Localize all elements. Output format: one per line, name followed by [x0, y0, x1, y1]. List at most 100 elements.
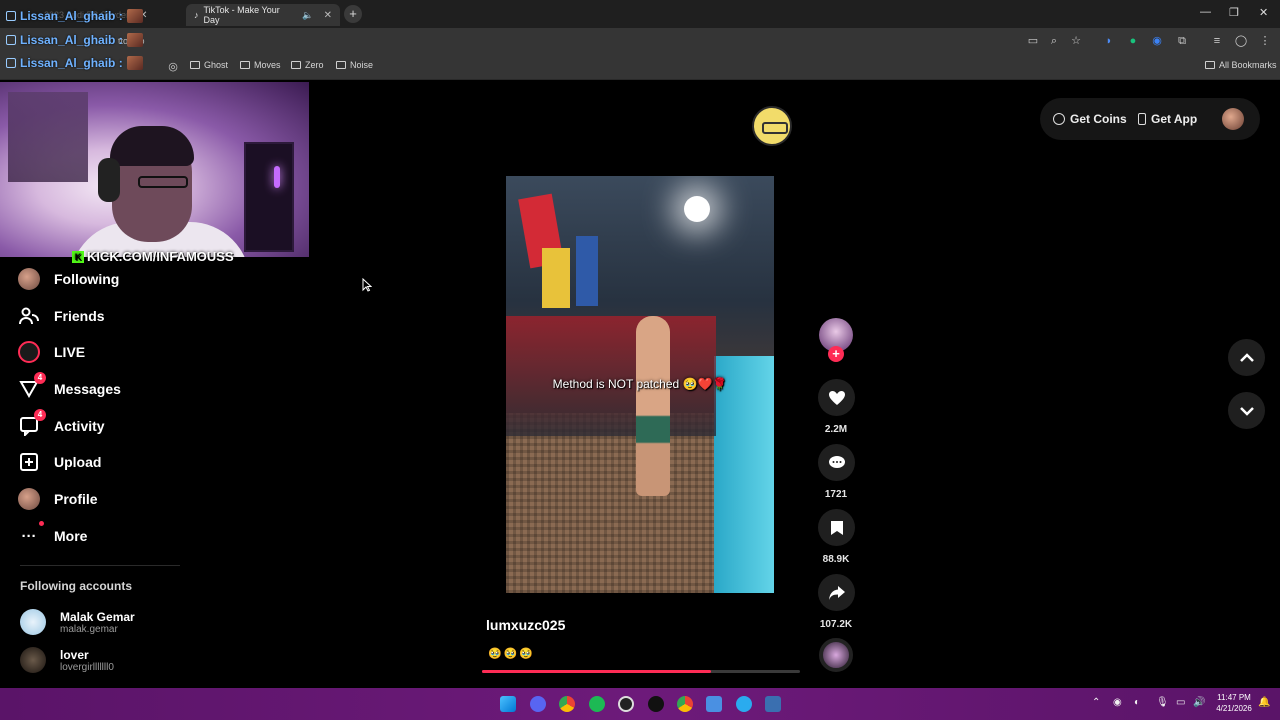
folder-icon	[190, 61, 200, 69]
extension-icon[interactable]: ◉	[1150, 34, 1164, 48]
spotify-icon[interactable]	[589, 696, 605, 712]
upload-icon	[18, 451, 40, 473]
chat-username: Lissan_Al_ghaib :	[20, 9, 123, 23]
sidebar-item-more[interactable]: ··· More	[18, 521, 87, 547]
avatar-icon	[18, 268, 40, 290]
sidebar-divider	[20, 565, 180, 566]
share-button[interactable]	[818, 574, 855, 611]
sidebar-item-messages[interactable]: 4 Messages	[18, 372, 121, 400]
notifications-icon[interactable]: 🔔	[1258, 697, 1270, 708]
all-bookmarks[interactable]: All Bookmarks	[1205, 60, 1277, 70]
chrome-icon[interactable]	[677, 696, 693, 712]
extension-icon[interactable]: ●	[1126, 34, 1140, 48]
video-banner	[576, 236, 598, 306]
get-coins-label: Get Coins	[1070, 112, 1127, 126]
comment-button[interactable]	[818, 444, 855, 481]
next-video-button[interactable]	[1228, 392, 1265, 429]
obs-icon[interactable]	[618, 696, 634, 712]
profile-icon[interactable]: ◯	[1234, 34, 1248, 48]
photos-icon[interactable]	[765, 696, 781, 712]
save-button[interactable]	[818, 509, 855, 546]
extension-icon[interactable]: ◗	[1102, 34, 1116, 48]
chat-badge-icon	[6, 11, 16, 21]
maximize-button[interactable]: ❐	[1229, 6, 1239, 19]
video-banner	[542, 248, 570, 308]
user-avatar[interactable]	[1222, 108, 1244, 130]
comment-icon	[828, 455, 845, 468]
get-app-button[interactable]: Get App	[1138, 112, 1197, 126]
follow-button[interactable]: +	[828, 346, 844, 362]
share-count: 107.2K	[819, 619, 853, 630]
notification-dot	[39, 521, 44, 526]
app-icon[interactable]	[648, 696, 664, 712]
get-coins-button[interactable]: Get Coins	[1053, 112, 1127, 126]
discord-icon[interactable]	[530, 696, 546, 712]
bookmark-noise[interactable]: Noise	[336, 60, 373, 70]
zoom-icon[interactable]: ⌕	[1047, 34, 1061, 48]
tray-app-icon[interactable]: ◐	[1134, 697, 1140, 708]
following-account[interactable]: lover lovergirlllllll0	[20, 647, 114, 673]
video-swimmer	[636, 316, 670, 496]
close-window-button[interactable]: ✕	[1259, 6, 1268, 19]
chat-message: Lissan_Al_ghaib :	[6, 9, 143, 23]
phone-icon	[1138, 113, 1146, 125]
activity-icon: 4	[18, 409, 46, 437]
media-icon[interactable]: ≡	[1210, 34, 1224, 48]
volume-icon[interactable]: 🔊	[1193, 697, 1205, 708]
sidebar-item-following[interactable]: Following	[18, 268, 119, 290]
video-progress-bar[interactable]	[482, 670, 800, 673]
video-username[interactable]: lumxuzc025	[486, 617, 565, 633]
windows-taskbar	[0, 688, 1280, 720]
profile-avatar-icon	[18, 488, 40, 510]
chat-username: Lissan_Al_ghaib :	[20, 56, 123, 70]
chrome-icon[interactable]	[559, 696, 575, 712]
video-caption: Method is NOT patched 🥹❤️🌹	[552, 377, 728, 391]
minimize-button[interactable]: —	[1200, 6, 1211, 18]
tab-tiktok[interactable]: ♪ TikTok - Make Your Day 🔈 ✕	[186, 4, 340, 26]
bookmark-zero[interactable]: Zero	[291, 60, 324, 70]
taskbar-clock[interactable]: 11:47 PM 4/21/2026	[1212, 692, 1256, 714]
kick-logo-icon: K	[72, 250, 84, 263]
app-icon[interactable]	[706, 696, 722, 712]
microphone-icon[interactable]: 🎙	[1156, 697, 1169, 708]
sidebar-item-profile[interactable]: Profile	[18, 488, 98, 510]
webcam-glasses	[138, 176, 188, 188]
sidebar-item-upload[interactable]: Upload	[18, 451, 101, 473]
chat-username: Lissan_Al_ghaib :	[20, 33, 123, 47]
star-icon[interactable]: ☆	[1069, 34, 1083, 48]
video-progress-fill	[482, 670, 711, 673]
folder-icon	[291, 61, 301, 69]
account-name: lover	[60, 647, 89, 662]
new-tab-button[interactable]: +	[344, 5, 362, 23]
menu-icon[interactable]: ⋮	[1258, 34, 1272, 48]
tray-chevron-icon[interactable]: ⌃	[1092, 697, 1100, 708]
chat-emote	[126, 56, 143, 70]
video-pool	[714, 356, 774, 593]
webcam-pc-case	[244, 142, 294, 252]
sidebar-item-friends[interactable]: Friends	[18, 305, 105, 327]
close-icon[interactable]: ✕	[324, 10, 332, 21]
messages-badge: 4	[34, 372, 46, 384]
telegram-icon[interactable]	[736, 696, 752, 712]
extensions-puzzle-icon[interactable]: ⧉	[1175, 34, 1189, 48]
discord-tray-icon[interactable]: ◉	[1113, 697, 1122, 708]
music-disc[interactable]	[819, 638, 853, 672]
sidebar-item-live[interactable]: LIVE	[18, 341, 85, 363]
previous-video-button[interactable]	[1228, 339, 1265, 376]
install-icon[interactable]: ▭	[1026, 34, 1040, 48]
sidebar-item-activity[interactable]: 4 Activity	[18, 409, 105, 437]
comment-count: 1721	[824, 489, 848, 500]
following-account[interactable]: Malak Gemar malak.gemar	[20, 609, 135, 635]
bookmark-moves[interactable]: Moves	[240, 60, 281, 70]
bookmark-icon[interactable]: ◎	[166, 60, 180, 74]
account-handle: lovergirlllllll0	[60, 661, 114, 673]
bookmark-ghost[interactable]: Ghost	[190, 60, 228, 70]
like-button[interactable]	[818, 379, 855, 416]
speaker-icon[interactable]: 🔈	[302, 10, 313, 21]
video-light	[684, 196, 710, 222]
account-name: Malak Gemar	[60, 609, 135, 624]
start-icon[interactable]	[500, 696, 516, 712]
network-icon[interactable]: ▭	[1176, 697, 1185, 708]
tab-label: TikTok - Make Your Day	[203, 5, 280, 25]
bookmark-label: Moves	[254, 60, 281, 70]
